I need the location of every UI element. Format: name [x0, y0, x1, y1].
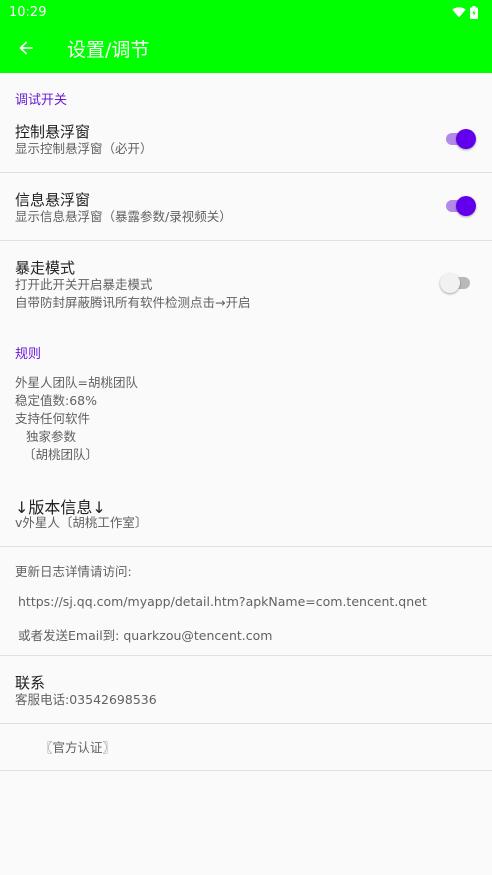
info-float-window-switch[interactable]: [446, 196, 476, 216]
rule-line: 〔胡桃团队〕: [23, 447, 99, 462]
section-header-debug: 调试开关: [15, 93, 68, 108]
control-float-window-switch[interactable]: [446, 129, 476, 149]
pref-summary: 打开此开关开启暴走模式: [15, 277, 153, 292]
update-log-url[interactable]: https://sj.qq.com/myapp/detail.htm?apkNa…: [18, 594, 427, 609]
official-label: 〖官方认证〗: [40, 740, 116, 755]
pref-summary: v外星人〔胡桃工作室〕: [15, 515, 148, 530]
arrow-back-icon: [19, 41, 33, 55]
pref-title: 联系: [15, 674, 46, 692]
divider: [0, 655, 492, 656]
app-bar: 10:29 设置/调节: [0, 0, 492, 73]
divider: [0, 723, 492, 724]
rule-line: 外星人团队=胡桃团队: [15, 375, 138, 390]
section-header-rules: 规则: [15, 347, 42, 362]
pref-summary: 显示信息悬浮窗（暴露参数/录视频关）: [15, 209, 232, 224]
status-bar: 10:29: [0, 0, 492, 24]
wifi-icon: [452, 6, 466, 17]
update-log-email[interactable]: 或者发送Email到: quarkzou@tencent.com: [18, 625, 272, 644]
rule-line: 独家参数: [26, 429, 77, 444]
divider: [0, 240, 492, 241]
update-log-label: 更新日志详情请访问:: [15, 564, 132, 579]
status-time: 10:29: [9, 4, 47, 20]
divider: [0, 172, 492, 173]
rule-line: 稳定值数:68%: [15, 393, 97, 408]
pref-summary: 显示控制悬浮窗（必开）: [15, 141, 153, 156]
pref-title: 信息悬浮窗: [15, 191, 91, 209]
pref-title: 暴走模式: [15, 259, 76, 277]
divider: [0, 546, 492, 547]
pref-summary: 客服电话:03542698536: [15, 692, 157, 707]
page-title: 设置/调节: [67, 39, 150, 61]
rule-line: 支持任何软件: [15, 411, 91, 426]
pref-summary: 自带防封屏蔽腾讯所有软件检测点击→开启: [15, 295, 251, 310]
pref-title: 控制悬浮窗: [15, 123, 91, 141]
back-button[interactable]: [12, 34, 40, 62]
rampage-mode-switch[interactable]: [440, 273, 472, 293]
battery-icon: [470, 5, 478, 19]
divider: [0, 770, 492, 771]
